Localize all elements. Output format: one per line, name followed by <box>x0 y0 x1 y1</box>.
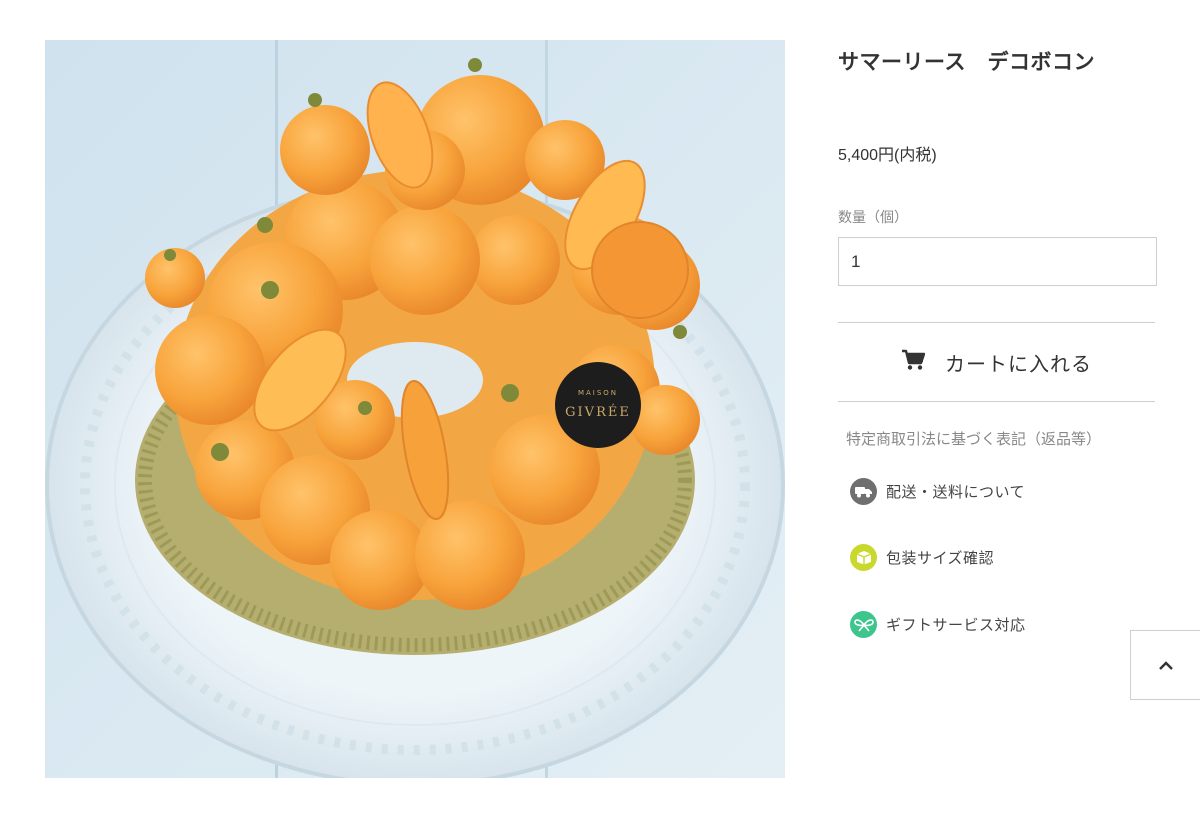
product-title: サマーリース デコボコン <box>838 50 1095 74</box>
add-to-cart-label: カートに入れる <box>945 351 1092 376</box>
package-size-label: 包装サイズ確認 <box>886 549 995 567</box>
quantity-input[interactable] <box>838 237 1157 286</box>
gift-service-link[interactable]: ギフトサービス対応 <box>850 611 1026 638</box>
product-main-image[interactable]: MAISON GIVRÉE <box>45 40 785 778</box>
add-to-cart-button[interactable]: カートに入れる <box>838 323 1155 401</box>
divider-bottom <box>838 401 1155 402</box>
truck-icon <box>850 478 877 505</box>
gift-service-label: ギフトサービス対応 <box>886 616 1026 634</box>
gift-ribbon-icon <box>850 611 877 638</box>
back-to-top-button[interactable] <box>1130 630 1200 700</box>
cake-logo-subtext: MAISON <box>578 389 618 397</box>
shipping-info-link[interactable]: 配送・送料について <box>850 478 1025 505</box>
cake-photo: MAISON GIVRÉE <box>45 40 785 778</box>
shipping-info-label: 配送・送料について <box>886 483 1026 501</box>
legal-notice-link[interactable]: 特定商取引法に基づく表記（返品等） <box>846 428 1101 449</box>
product-price: 5,400円(内税) <box>838 147 937 164</box>
box-icon <box>850 544 877 571</box>
quantity-label: 数量（個） <box>838 210 908 226</box>
cart-icon <box>901 349 926 375</box>
chevron-up-icon <box>1158 656 1174 675</box>
package-size-link[interactable]: 包装サイズ確認 <box>850 544 994 571</box>
cake-logo-text: GIVRÉE <box>565 404 631 420</box>
